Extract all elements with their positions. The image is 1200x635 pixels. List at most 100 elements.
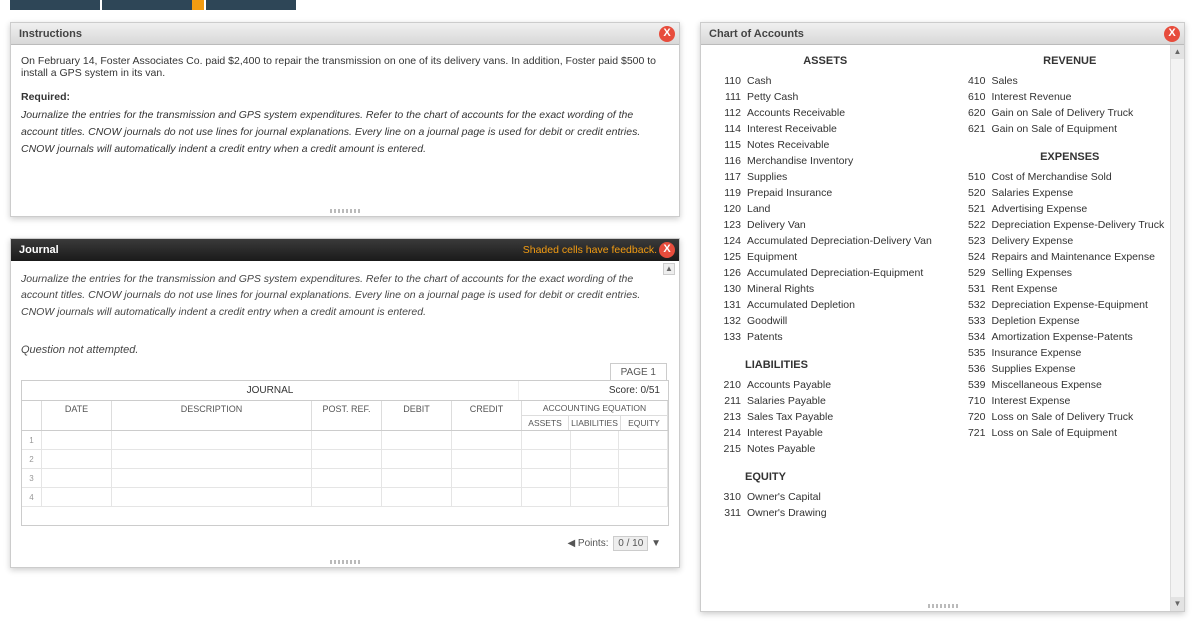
account-title: Depreciation Expense-Delivery Truck xyxy=(992,219,1165,231)
account-title: Merchandise Inventory xyxy=(747,155,853,167)
account-number: 211 xyxy=(715,395,741,407)
required-label: Required: xyxy=(21,91,669,103)
coa-item: 534Amortization Expense-Patents xyxy=(960,329,1181,345)
coa-right-column: REVENUE 410Sales610Interest Revenue620Ga… xyxy=(960,53,1181,521)
coa-item: 132Goodwill xyxy=(715,313,936,329)
date-cell[interactable] xyxy=(42,431,112,449)
table-row: 1 xyxy=(22,431,668,450)
liabilities-cell[interactable] xyxy=(571,488,620,506)
account-number: 621 xyxy=(960,123,986,135)
account-number: 120 xyxy=(715,203,741,215)
credit-cell[interactable] xyxy=(452,431,522,449)
account-number: 532 xyxy=(960,299,986,311)
equity-cell[interactable] xyxy=(619,488,667,506)
account-number: 116 xyxy=(715,155,741,167)
journal-column-headers: DATE DESCRIPTION POST. REF. DEBIT CREDIT… xyxy=(22,401,668,431)
account-number: 710 xyxy=(960,395,986,407)
scroll-up-icon[interactable]: ▲ xyxy=(663,263,675,275)
account-number: 310 xyxy=(715,491,741,503)
account-title: Owner's Drawing xyxy=(747,507,827,519)
top-tab-active-marker[interactable] xyxy=(192,0,204,10)
coa-item: 529Selling Expenses xyxy=(960,265,1181,281)
description-cell[interactable] xyxy=(112,431,312,449)
coa-item: 620Gain on Sale of Delivery Truck xyxy=(960,105,1181,121)
equity-cell[interactable] xyxy=(619,469,667,487)
assets-cell[interactable] xyxy=(522,488,571,506)
coa-item: 120Land xyxy=(715,201,936,217)
col-liabilities: LIABILITIES xyxy=(569,416,621,430)
coa-item: 524Repairs and Maintenance Expense xyxy=(960,249,1181,265)
equity-cell[interactable] xyxy=(619,450,667,468)
top-tab-2[interactable] xyxy=(102,0,192,10)
account-title: Depletion Expense xyxy=(992,315,1080,327)
expenses-heading: EXPENSES xyxy=(960,151,1181,163)
credit-cell[interactable] xyxy=(452,469,522,487)
coa-item: 215Notes Payable xyxy=(715,441,936,457)
top-tabs xyxy=(0,0,1200,10)
account-title: Sales xyxy=(992,75,1018,87)
top-tab-1[interactable] xyxy=(10,0,100,10)
account-title: Notes Receivable xyxy=(747,139,829,151)
debit-cell[interactable] xyxy=(382,469,452,487)
top-tab-3[interactable] xyxy=(206,0,296,10)
assets-cell[interactable] xyxy=(522,450,571,468)
description-cell[interactable] xyxy=(112,450,312,468)
close-icon[interactable]: X xyxy=(659,26,675,42)
liabilities-cell[interactable] xyxy=(571,450,620,468)
debit-cell[interactable] xyxy=(382,431,452,449)
close-icon[interactable]: X xyxy=(659,242,675,258)
postref-cell[interactable] xyxy=(312,488,382,506)
account-title: Salaries Payable xyxy=(747,395,826,407)
close-icon[interactable]: X xyxy=(1164,26,1180,42)
postref-cell[interactable] xyxy=(312,469,382,487)
journal-header: Journal Shaded cells have feedback. X xyxy=(11,239,679,261)
coa-item: 610Interest Revenue xyxy=(960,89,1181,105)
coa-scrollbar[interactable]: ▲ ▼ xyxy=(1170,45,1184,611)
equity-cell[interactable] xyxy=(619,431,667,449)
postref-cell[interactable] xyxy=(312,431,382,449)
coa-item: 510Cost of Merchandise Sold xyxy=(960,169,1181,185)
account-number: 533 xyxy=(960,315,986,327)
debit-cell[interactable] xyxy=(382,450,452,468)
description-cell[interactable] xyxy=(112,469,312,487)
account-number: 214 xyxy=(715,427,741,439)
account-number: 111 xyxy=(715,91,741,103)
account-title: Delivery Expense xyxy=(992,235,1074,247)
coa-item: 523Delivery Expense xyxy=(960,233,1181,249)
account-number: 119 xyxy=(715,187,741,199)
col-debit: DEBIT xyxy=(382,401,452,430)
resize-handle-icon[interactable] xyxy=(928,604,958,608)
coa-item: 116 Merchandise Inventory xyxy=(715,153,936,169)
coa-item: 621Gain on Sale of Equipment xyxy=(960,121,1181,137)
credit-cell[interactable] xyxy=(452,450,522,468)
coa-item: 532Depreciation Expense-Equipment xyxy=(960,297,1181,313)
assets-cell[interactable] xyxy=(522,469,571,487)
resize-handle-icon[interactable] xyxy=(330,209,360,213)
table-row: 4 xyxy=(22,488,668,507)
debit-cell[interactable] xyxy=(382,488,452,506)
coa-item: 117Supplies xyxy=(715,169,936,185)
assets-cell[interactable] xyxy=(522,431,571,449)
coa-item: 114Interest Receivable xyxy=(715,121,936,137)
page-tab[interactable]: PAGE 1 xyxy=(610,363,667,380)
coa-item: 130Mineral Rights xyxy=(715,281,936,297)
account-title: Loss on Sale of Equipment xyxy=(992,427,1118,439)
account-number: 123 xyxy=(715,219,741,231)
account-number: 311 xyxy=(715,507,741,519)
date-cell[interactable] xyxy=(42,450,112,468)
coa-item: 533 Depletion Expense xyxy=(960,313,1181,329)
liabilities-cell[interactable] xyxy=(571,431,620,449)
scroll-up-icon[interactable]: ▲ xyxy=(1171,45,1184,59)
credit-cell[interactable] xyxy=(452,488,522,506)
account-title: Amortization Expense-Patents xyxy=(992,331,1133,343)
resize-handle-icon[interactable] xyxy=(330,560,360,564)
date-cell[interactable] xyxy=(42,469,112,487)
scroll-down-icon[interactable]: ▼ xyxy=(1171,597,1184,611)
description-cell[interactable] xyxy=(112,488,312,506)
account-title: Prepaid Insurance xyxy=(747,187,832,199)
postref-cell[interactable] xyxy=(312,450,382,468)
account-title: Accounts Payable xyxy=(747,379,831,391)
liabilities-cell[interactable] xyxy=(571,469,620,487)
account-number: 130 xyxy=(715,283,741,295)
date-cell[interactable] xyxy=(42,488,112,506)
